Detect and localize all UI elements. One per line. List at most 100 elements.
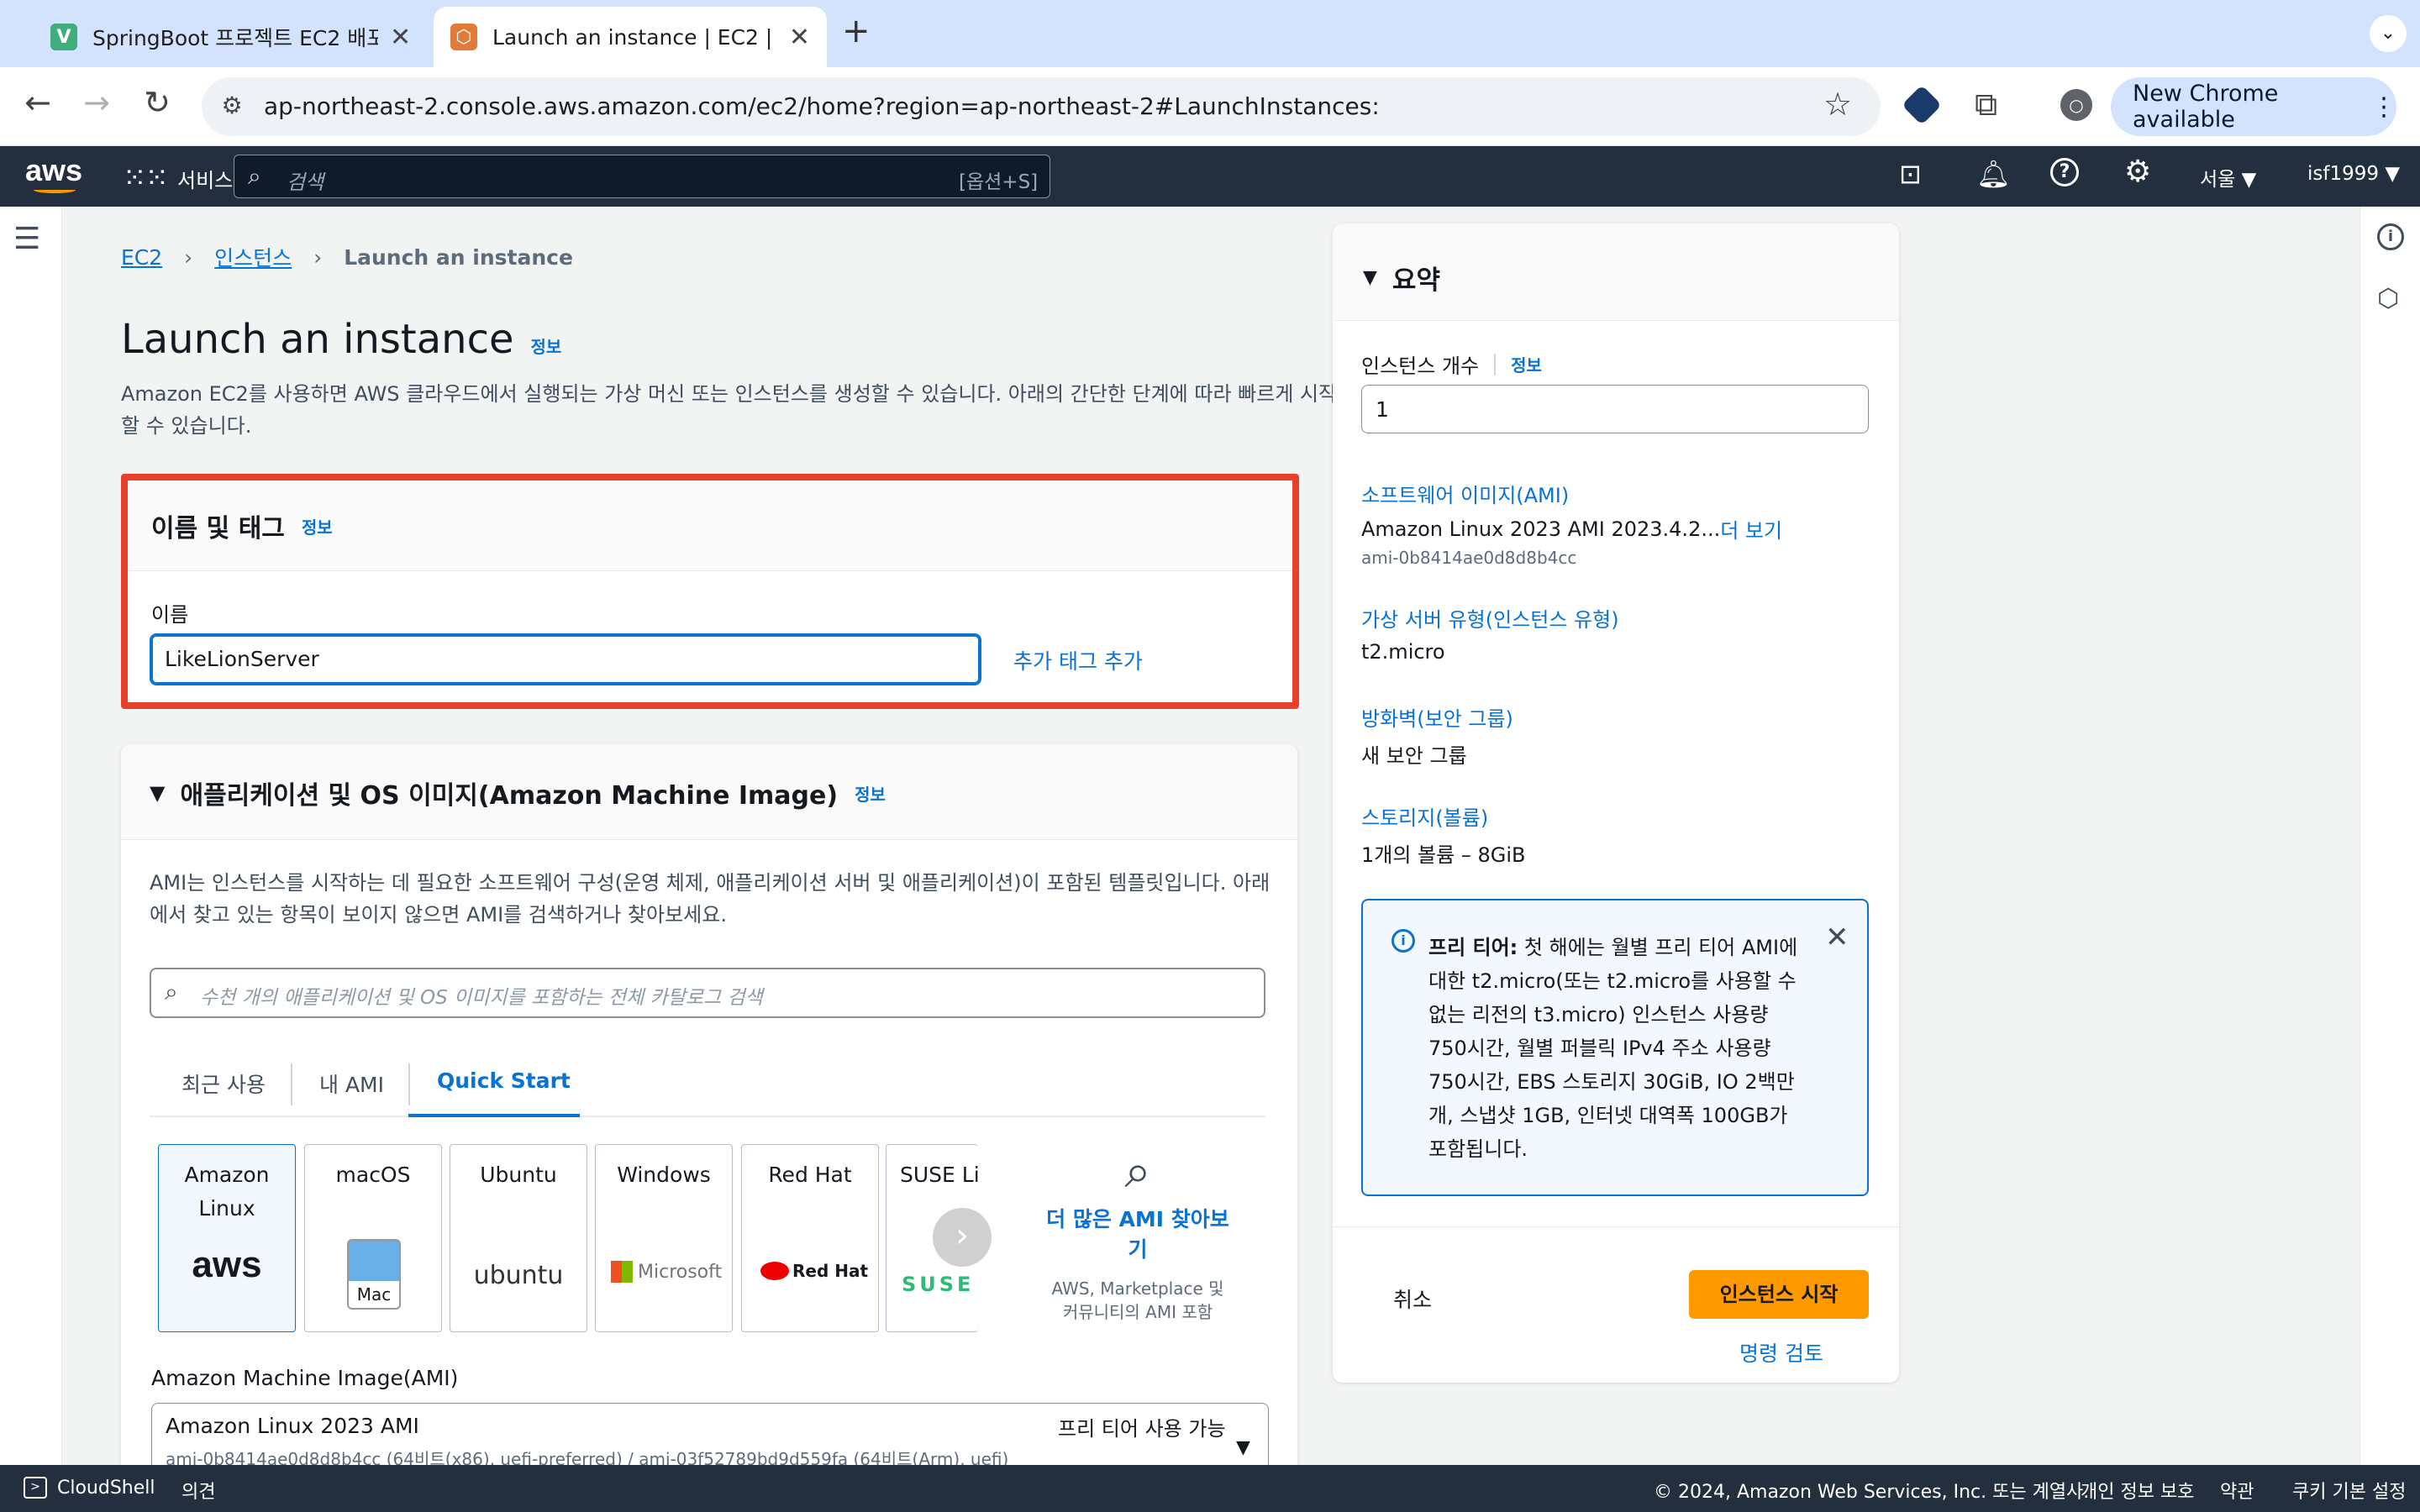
storage-link[interactable]: 스토리지(볼륨) — [1361, 801, 1488, 831]
info-circle-icon: i — [1392, 929, 1415, 953]
site-settings-icon[interactable]: ⚙ — [217, 92, 247, 122]
instance-count-info-link[interactable]: 정보 — [1511, 352, 1542, 376]
breadcrumb-ec2-link[interactable]: EC2 — [121, 245, 162, 270]
settings-gear-icon[interactable]: ⚙ — [2124, 155, 2151, 189]
free-tier-alert-text: 프리 티어: 첫 해에는 월별 프리 티어 AMI에 대한 t2.micro(또… — [1428, 931, 1798, 1166]
cloudshell-icon: > — [24, 1477, 47, 1499]
free-tier-body: 첫 해에는 월별 프리 티어 AMI에 대한 t2.micro(또는 t2.mi… — [1428, 936, 1798, 1161]
breadcrumb-instances-link[interactable]: 인스턴스 — [214, 242, 292, 272]
aws-logo[interactable]: aws — [25, 153, 82, 188]
firewall-link[interactable]: 방화벽(보안 그룹) — [1361, 702, 1513, 732]
forward-arrow-icon[interactable]: → — [76, 84, 118, 121]
cloudshell-icon[interactable]: ⊡ — [1899, 158, 1922, 190]
cancel-button[interactable]: 취소 — [1393, 1284, 1432, 1314]
instance-count-label-row: 인스턴스 개수 정보 — [1361, 349, 1542, 379]
help-icon[interactable]: ? — [2050, 158, 2079, 186]
ami-header[interactable]: ▼ 애플리케이션 및 OS 이미지(Amazon Machine Image) … — [150, 774, 886, 811]
url-text[interactable]: ap-northeast-2.console.aws.amazon.com/ec… — [264, 77, 1380, 136]
feedback-link[interactable]: 의견 — [182, 1477, 215, 1504]
instance-count-label: 인스턴스 개수 — [1361, 354, 1480, 378]
close-tab-icon[interactable]: ✕ — [789, 23, 810, 52]
software-image-value: Amazon Linux 2023 AMI 2023.4.2... — [1361, 517, 1721, 541]
browse-more-ami-link[interactable]: 더 많은 AMI 찾아보기 — [1037, 1203, 1239, 1263]
ami-card-macos[interactable]: macOS Mac — [304, 1144, 442, 1332]
ami-card-name: Amazon Linux — [184, 1163, 270, 1221]
tab-launch-instance[interactable]: ⬡ Launch an instance | EC2 | ap- ✕ — [434, 7, 827, 67]
microsoft-label: Microsoft — [638, 1261, 723, 1283]
instance-count-value: 1 — [1376, 397, 1389, 422]
name-tags-info-link[interactable]: 정보 — [302, 514, 333, 538]
services-label: 서비스 — [176, 168, 234, 192]
chevron-right-icon: › — [184, 244, 193, 270]
extensions-puzzle-icon[interactable]: ⧉ — [1975, 86, 1997, 123]
region-selector[interactable]: 서울 ▼ — [2200, 163, 2256, 192]
ami-card-name: Ubuntu — [480, 1163, 557, 1187]
ami-card-red-hat[interactable]: Red Hat Red Hat — [741, 1144, 879, 1332]
tab-recent[interactable]: 최근 사용 — [182, 1068, 266, 1099]
explore-hex-icon[interactable]: ⬡ — [2377, 284, 2399, 313]
services-menu-button[interactable]: ⁙⁙ 서비스 — [123, 161, 233, 195]
hamburger-menu-icon[interactable]: ☰ — [13, 222, 40, 256]
account-menu[interactable]: isf1999 ▼ — [2307, 163, 2400, 185]
page-description: Amazon EC2를 사용하면 AWS 클라우드에서 실행되는 가상 머신 또… — [121, 382, 1338, 438]
bookmark-star-icon[interactable]: ☆ — [1823, 86, 1852, 123]
tab-springboot[interactable]: V SpringBoot 프로젝트 EC2 배포하 ✕ — [34, 7, 429, 67]
summary-header[interactable]: ▼ 요약 — [1363, 259, 1440, 297]
back-arrow-icon[interactable]: ← — [17, 84, 59, 121]
magnifier-icon: ⌕ — [1124, 1144, 1151, 1199]
ami-select-dropdown[interactable]: Amazon Linux 2023 AMI ami-0b8414ae0d8d8b… — [151, 1403, 1269, 1465]
tab-search-chevron-icon[interactable]: ⌄ — [2370, 15, 2407, 52]
tab-quick-start[interactable]: Quick Start — [408, 1050, 580, 1117]
ubuntu-logo-icon: ubuntu — [473, 1261, 564, 1290]
close-icon[interactable]: ✕ — [1825, 921, 1849, 954]
breadcrumb: EC2 › 인스턴스 › Launch an instance — [121, 242, 573, 272]
browse-more-ami[interactable]: ⌕ 더 많은 AMI 찾아보기 AWS, Marketplace 및 커뮤니티의… — [1037, 1144, 1239, 1332]
new-chrome-available-button[interactable]: New Chrome available ⋮ — [2111, 77, 2396, 136]
instance-type-link[interactable]: 가상 서버 유형(인스턴스 유형) — [1361, 603, 1619, 633]
reload-icon[interactable]: ↻ — [136, 84, 178, 121]
profile-avatar[interactable]: ○ — [2060, 89, 2092, 121]
ami-card-name: Windows — [617, 1163, 711, 1187]
privacy-link[interactable]: 개인 정보 보호 — [2081, 1477, 2194, 1504]
ami-info-link[interactable]: 정보 — [855, 781, 886, 806]
new-tab-icon[interactable]: + — [842, 12, 871, 50]
ami-description: AMI는 인스턴스를 시작하는 데 필요한 소프트웨어 구성(운영 체제, 애플… — [150, 871, 1270, 927]
storage-value: 1개의 볼륨 – 8GiB — [1361, 843, 1526, 867]
ami-card-name: SUSE Lin — [900, 1163, 978, 1187]
suse-logo-icon: SUSE — [902, 1273, 975, 1296]
browse-more-ami-sub: AWS, Marketplace 및 커뮤니티의 AMI 포함 — [1051, 1278, 1224, 1322]
console-footer: > CloudShell 의견 © 2024, Amazon Web Servi… — [0, 1465, 2420, 1512]
ami-card-windows[interactable]: Windows Microsoft — [595, 1144, 733, 1332]
page-info-link[interactable]: 정보 — [531, 333, 562, 358]
show-more-link[interactable]: 더 보기 — [1720, 514, 1782, 543]
ami-card-ubuntu[interactable]: Ubuntu ubuntu — [450, 1144, 587, 1332]
free-tier-alert: i 프리 티어: 첫 해에는 월별 프리 티어 AMI에 대한 t2.micro… — [1361, 899, 1869, 1196]
divider — [1494, 353, 1497, 375]
info-panel-icon[interactable]: i — [2377, 223, 2404, 250]
ami-catalog-search[interactable]: ⌕ 수천 개의 애플리케이션 및 OS 이미지를 포함하는 전체 카탈로그 검색 — [150, 968, 1265, 1018]
main-content: EC2 › 인스턴스 › Launch an instance Launch a… — [62, 207, 2360, 1465]
notifications-bell-icon[interactable]: 🔔︎ — [1976, 158, 2011, 190]
launch-instance-button[interactable]: 인스턴스 시작 — [1689, 1270, 1869, 1319]
redhat-logo-icon: Red Hat — [760, 1261, 868, 1281]
cloudshell-button[interactable]: > CloudShell — [24, 1477, 155, 1499]
aws-search-input[interactable]: ⌕ 검색 [옵션+S] — [234, 155, 1050, 198]
address-bar[interactable]: ⚙ ap-northeast-2.console.aws.amazon.com/… — [202, 77, 1881, 136]
name-label: 이름 — [151, 603, 189, 627]
review-commands-link[interactable]: 명령 검토 — [1739, 1337, 1823, 1368]
carousel-next-chevron-icon[interactable]: › — [933, 1208, 992, 1267]
name-input[interactable]: LikeLionServer — [150, 633, 981, 685]
ami-card-amazon-linux[interactable]: Amazon Linux aws — [158, 1144, 296, 1332]
terms-link[interactable]: 약관 — [2220, 1477, 2254, 1504]
add-tags-link[interactable]: 추가 태그 추가 — [1013, 645, 1143, 675]
instance-count-input[interactable]: 1 — [1361, 385, 1869, 433]
ec2-favicon-icon: ⬡ — [450, 24, 477, 50]
firewall-value: 새 보안 그룹 — [1361, 744, 1467, 768]
close-tab-icon[interactable]: ✕ — [390, 23, 411, 52]
name-tags-title: 이름 및 태그 — [151, 514, 285, 543]
cookie-preferences-link[interactable]: 쿠키 기본 설정 — [2292, 1477, 2406, 1504]
ami-select-label: Amazon Machine Image(AMI) — [151, 1366, 459, 1390]
tab-my-ami[interactable]: 내 AMI — [319, 1068, 384, 1099]
software-image-link[interactable]: 소프트웨어 이미지(AMI) — [1361, 479, 1569, 508]
mac-label: Mac — [356, 1284, 392, 1305]
